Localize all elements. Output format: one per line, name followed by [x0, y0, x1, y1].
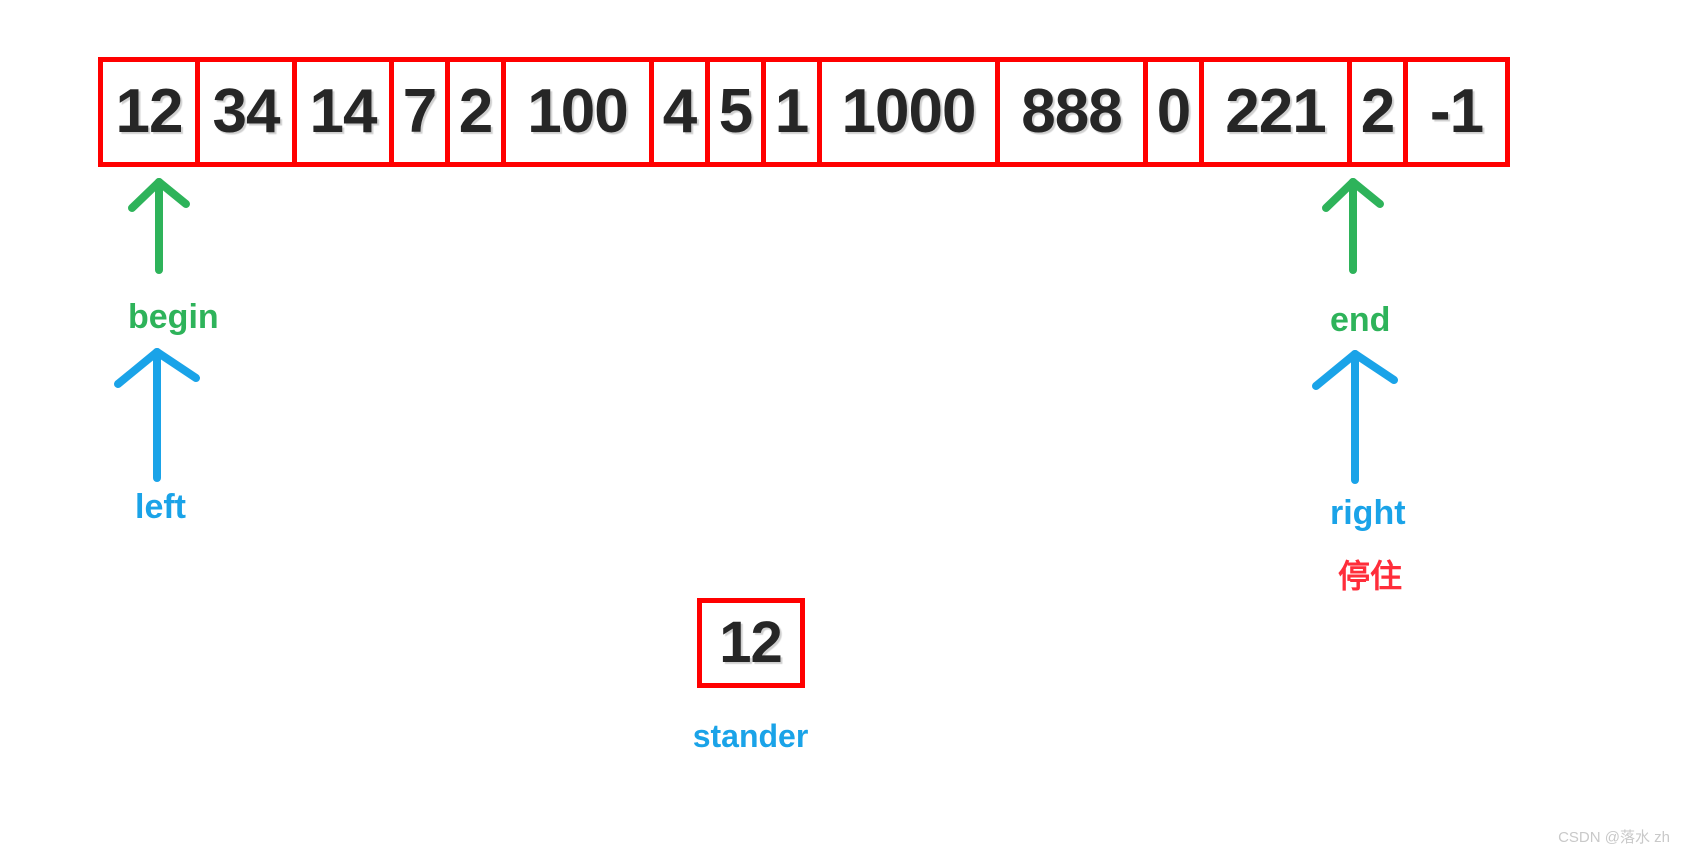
data-array: 12 34 14 7 2 100 4 5 1 1000 888 0 221 2 -1: [98, 57, 1510, 167]
array-cell: 4: [654, 62, 710, 162]
right-arrow-up-icon: [1310, 342, 1400, 484]
array-cell-value: 0: [1156, 77, 1191, 146]
array-cell-value: 221: [1225, 77, 1326, 146]
array-cell: 7: [394, 62, 450, 162]
stander-group: 12 stander: [643, 598, 858, 755]
array-cell-value: 14: [309, 77, 378, 146]
array-cell: 100: [506, 62, 654, 162]
array-cell-value: 888: [1021, 77, 1122, 146]
diagram-canvas: 12 34 14 7 2 100 4 5 1 1000 888 0 221 2 -1 begin left …: [0, 0, 1684, 856]
stop-annotation: 停住: [1338, 558, 1403, 594]
array-cell-value: 1000: [841, 77, 977, 146]
array-cell-value: 1: [774, 77, 809, 146]
array-cell-value: 12: [115, 77, 184, 146]
array-cell-value: 2: [458, 77, 493, 146]
array-cell-value: 2: [1360, 77, 1395, 146]
array-cell: 221: [1204, 62, 1352, 162]
array-cell: 2: [450, 62, 506, 162]
begin-label: begin: [128, 298, 219, 336]
array-cell: 2: [1352, 62, 1408, 162]
left-label: left: [135, 488, 186, 526]
array-cell-value: -1: [1429, 77, 1484, 146]
array-cell-value: 100: [527, 77, 628, 146]
array-cell: -1: [1408, 62, 1505, 162]
begin-arrow-up-icon: [128, 172, 190, 274]
array-cell-value: 7: [402, 77, 437, 146]
array-cell-value: 4: [662, 77, 697, 146]
array-cell-value: 34: [212, 77, 281, 146]
array-cell: 1: [766, 62, 822, 162]
array-cell: 5: [710, 62, 766, 162]
end-label: end: [1330, 301, 1391, 339]
left-arrow-up-icon: [112, 340, 202, 482]
array-cell-value: 5: [718, 77, 753, 146]
end-arrow-up-icon: [1322, 172, 1384, 274]
stander-box: 12: [696, 598, 805, 688]
array-cell: 888: [1000, 62, 1148, 162]
array-cell: 12: [103, 62, 200, 162]
array-cell: 34: [200, 62, 297, 162]
array-cell: 1000: [822, 62, 1000, 162]
csdn-watermark: CSDN @落水 zh: [1558, 829, 1670, 846]
array-cell: 14: [297, 62, 394, 162]
right-label: right: [1330, 494, 1406, 532]
stander-label: stander: [692, 718, 809, 754]
array-cell: 0: [1148, 62, 1204, 162]
stander-value: 12: [719, 610, 783, 675]
